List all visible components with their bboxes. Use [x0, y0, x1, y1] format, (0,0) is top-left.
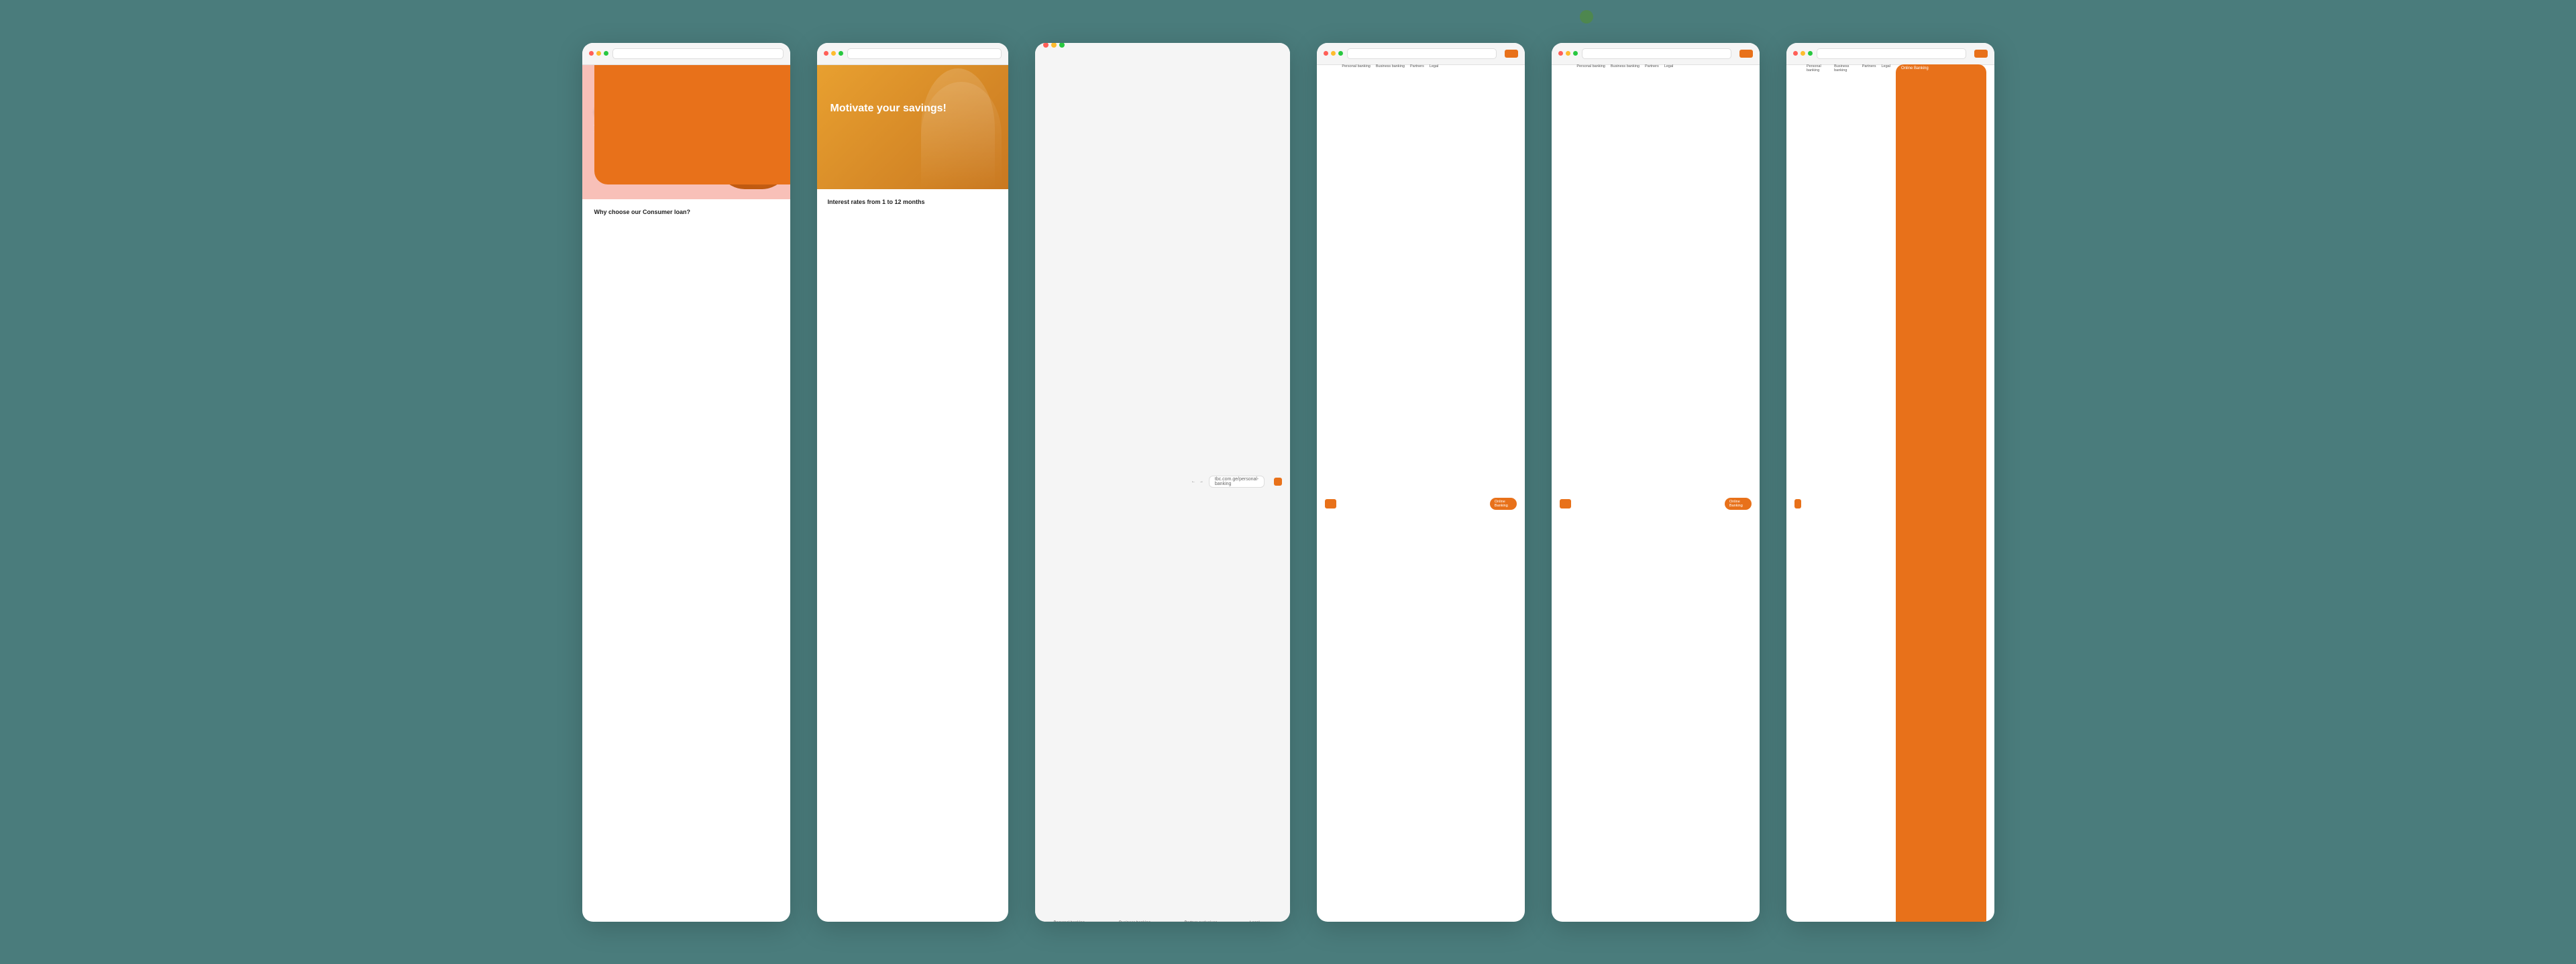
card2-content: Interest rates from 1 to 12 months 0.30%… [817, 189, 1008, 922]
tbc-logo-6 [1974, 50, 1988, 58]
savings-hero: Motivate your savings! [817, 65, 1008, 189]
card-savings: Personal banking Business banking Partne… [1317, 43, 1525, 922]
nav-partners-5[interactable]: Partners [1645, 64, 1659, 922]
nav-personal[interactable]: Personal banking [1054, 921, 1113, 922]
url-bar-3[interactable]: tbc.com.ge/personal-banking [1209, 476, 1265, 488]
window-controls-6 [1793, 51, 1813, 56]
online-banking-btn-4[interactable]: Online Banking [1490, 498, 1517, 510]
why-section-title: Why choose our Consumer loan? [594, 209, 790, 922]
minimize-icon[interactable] [831, 51, 836, 56]
browser-bar-2 [817, 43, 1008, 65]
nav-back[interactable]: ← [1191, 480, 1195, 484]
close-icon[interactable] [1324, 51, 1328, 56]
nav-legal-4[interactable]: Legal [1430, 64, 1438, 922]
nav-personal-6[interactable]: Personal banking [1807, 64, 1829, 922]
online-banking-btn-6[interactable]: Online Banking [1896, 64, 1986, 922]
url-bar[interactable] [612, 48, 784, 59]
maximize-icon[interactable] [604, 51, 608, 56]
nav-logo-5 [1560, 499, 1572, 508]
url-bar-2[interactable] [847, 48, 1002, 59]
nav-business-5[interactable]: Business banking [1611, 64, 1640, 922]
nav-logo-6 [1794, 499, 1801, 508]
nav-forward[interactable]: → [1199, 480, 1203, 484]
card-personal-banking: ← → tbc.com.ge/personal-banking Personal… [1035, 43, 1290, 922]
close-icon[interactable] [824, 51, 828, 56]
browser-bar-3: ← → tbc.com.ge/personal-banking [1035, 43, 1290, 922]
nav-personal-4[interactable]: Personal banking [1342, 64, 1371, 922]
online-banking-btn-5[interactable]: Online Banking [1725, 498, 1752, 510]
browser-bar-6 [1786, 43, 1994, 65]
nav-bar-6: Personal banking Business banking Partne… [1786, 65, 1994, 922]
maximize-icon[interactable] [1573, 51, 1578, 56]
minimize-icon[interactable] [1801, 51, 1805, 56]
browser-bar-1 [582, 43, 790, 65]
card-savings-rates: Motivate your savings! Interest rates fr… [817, 43, 1008, 922]
maximize-icon[interactable] [839, 51, 843, 56]
nav-business-6[interactable]: Business banking [1834, 64, 1857, 922]
hero-section: Consumer loan Whatever you need, whateve… [582, 65, 790, 199]
hero-person-image [921, 68, 995, 189]
card-business-products: Personal banking Business banking Partne… [1786, 43, 1994, 922]
browser-nav: ← → [1191, 480, 1203, 484]
nav-links-3: Personal banking Business banking Partne… [1054, 921, 1290, 922]
hero-cta-button[interactable]: Apply now [594, 65, 790, 184]
url-bar-6[interactable] [1817, 48, 1966, 59]
nav-legal-5[interactable]: Legal [1664, 64, 1673, 922]
maximize-icon[interactable] [1059, 43, 1065, 48]
nav-business[interactable]: Business banking [1119, 921, 1178, 922]
url-text: tbc.com.ge/personal-banking [1215, 477, 1258, 486]
window-controls [589, 51, 608, 56]
url-bar-5[interactable] [1582, 48, 1731, 59]
tbc-logo-5 [1739, 50, 1753, 58]
minimize-icon[interactable] [596, 51, 601, 56]
nav-partners-4[interactable]: Partners [1410, 64, 1424, 922]
tbc-logo-4 [1505, 50, 1518, 58]
window-controls-4 [1324, 51, 1343, 56]
nav-links-4: Personal banking Business banking Partne… [1342, 64, 1485, 922]
maximize-icon[interactable] [1338, 51, 1343, 56]
rates-1-title: Interest rates from 1 to 12 months [828, 199, 1008, 922]
nav-legal[interactable]: Legal [1250, 921, 1290, 922]
close-icon[interactable] [589, 51, 594, 56]
browser-bar-5 [1552, 43, 1760, 65]
nav-links-5: Personal banking Business banking Partne… [1576, 64, 1719, 922]
url-bar-4[interactable] [1347, 48, 1497, 59]
card1-content: Why choose our Consumer loan? 💳 Choice C… [582, 199, 790, 922]
minimize-icon[interactable] [1331, 51, 1336, 56]
window-controls-3 [1043, 43, 1186, 922]
minimize-icon[interactable] [1566, 51, 1570, 56]
card-capital-escrow: Personal banking Business banking Partne… [1552, 43, 1760, 922]
browser-bar-4 [1317, 43, 1525, 65]
close-icon[interactable] [1043, 43, 1049, 48]
maximize-icon[interactable] [1808, 51, 1813, 56]
nav-partners-6[interactable]: Partners [1862, 64, 1876, 922]
close-icon[interactable] [1793, 51, 1798, 56]
nav-bar-5: Personal banking Business banking Partne… [1552, 65, 1760, 922]
card-consumer-loan: Consumer loan Whatever you need, whateve… [582, 43, 790, 922]
nav-business-4[interactable]: Business banking [1376, 64, 1405, 922]
nav-legal-6[interactable]: Legal [1882, 64, 1890, 922]
window-controls-2 [824, 51, 843, 56]
minimize-icon[interactable] [1051, 43, 1057, 48]
nav-partners[interactable]: Partner exclusives [1185, 921, 1244, 922]
nav-bar-4: Personal banking Business banking Partne… [1317, 65, 1525, 922]
window-controls-5 [1558, 51, 1578, 56]
close-icon[interactable] [1558, 51, 1563, 56]
nav-personal-5[interactable]: Personal banking [1576, 64, 1605, 922]
nav-links-6: Personal banking Business banking Partne… [1807, 64, 1890, 922]
nav-logo-4 [1325, 499, 1337, 508]
tbc-logo [1274, 478, 1281, 486]
